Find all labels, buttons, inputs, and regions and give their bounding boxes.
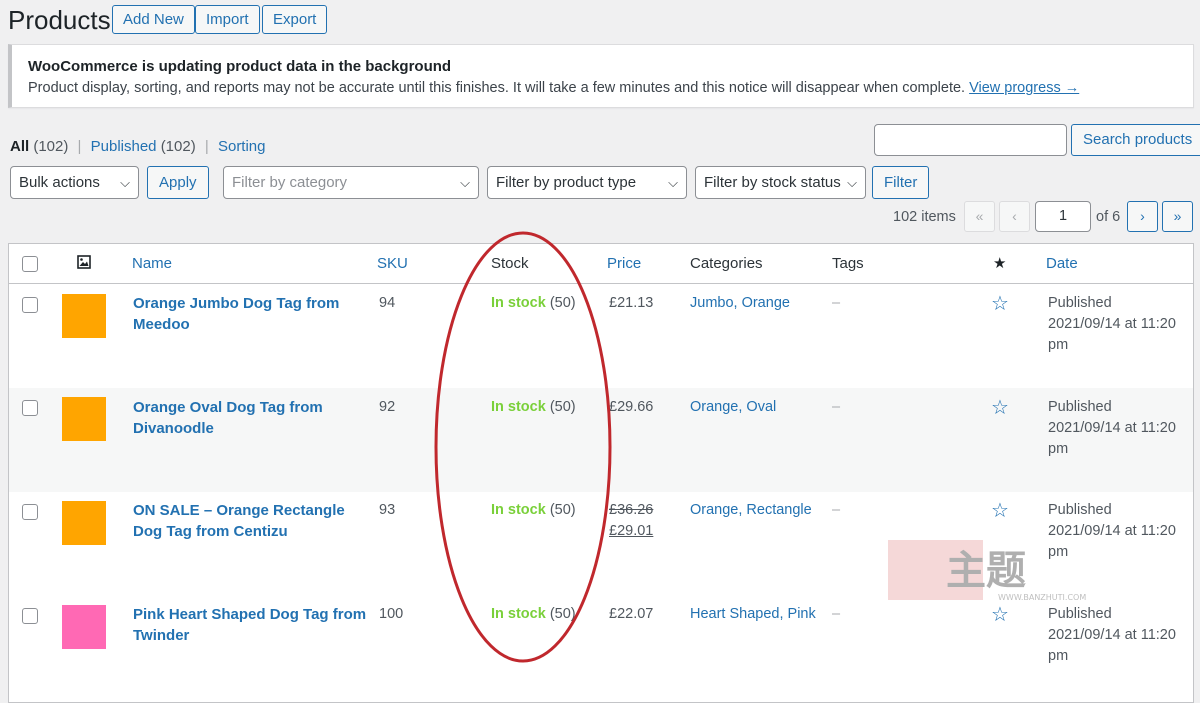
product-categories[interactable]: Orange, Oval [690,397,776,418]
bulk-actions-select[interactable]: Bulk actions ⌵ [10,166,139,199]
watermark-logo: 主题 WWW.BANZHUTI.COM [886,536,1116,606]
chevron-down-icon: ⌵ [120,175,130,190]
product-date: Published 2021/09/14 at 11:20 pm [1048,606,1176,664]
product-name-link[interactable]: ON SALE – Orange Rectangle Dog Tag from … [133,500,368,542]
product-price: £29.66 [609,399,654,415]
star-outline-icon[interactable]: ☆ [991,398,1009,418]
search-input[interactable] [874,124,1067,156]
column-tags: Tags [832,255,864,272]
product-thumbnail[interactable] [62,397,106,441]
filter-button[interactable]: Filter [872,166,930,199]
sale-price: £29.01 [609,523,654,539]
row-checkbox[interactable] [22,504,38,520]
notice-message: Product display, sorting, and reports ma… [28,77,1177,99]
product-categories[interactable]: Heart Shaped, Pink [690,604,816,625]
export-button[interactable]: Export [262,5,328,34]
update-notice: WooCommerce is updating product data in … [8,44,1194,108]
product-tags: – [832,502,841,518]
watermark-text: 主题 [946,548,1026,594]
products-table: Name SKU Stock Price Categories Tags ★ D… [8,243,1194,703]
regular-price: £36.26 [609,502,654,518]
product-type-filter-select[interactable]: Filter by product type ⌵ [487,166,687,199]
product-name-link[interactable]: Orange Oval Dog Tag from Divanoodle [133,397,368,439]
product-price: £21.13 [609,295,654,311]
product-name-link[interactable]: Orange Jumbo Dog Tag from Meedoo [133,293,368,335]
column-stock: Stock [491,255,529,272]
view-published[interactable]: Published (102) [91,138,196,155]
column-categories: Categories [690,255,763,272]
chevron-down-icon: ⌵ [460,175,470,190]
stock-status-filter-select[interactable]: Filter by stock status ⌵ [695,166,866,199]
product-date: Published 2021/09/14 at 11:20 pm [1048,399,1176,457]
notice-text: Product display, sorting, and reports ma… [28,80,966,96]
search-products-button[interactable]: Search products [1071,124,1200,156]
star-outline-icon[interactable]: ☆ [991,501,1009,521]
table-row: Orange Oval Dog Tag from Divanoodle 92 I… [9,388,1193,492]
product-price: £36.26 £29.01 [609,500,653,542]
row-checkbox[interactable] [22,400,38,416]
table-row: Pink Heart Shaped Dog Tag from Twinder 1… [9,596,1193,700]
apply-button[interactable]: Apply [147,166,209,199]
column-name[interactable]: Name [132,255,172,273]
next-page-button[interactable]: › [1127,201,1158,232]
view-progress-link[interactable]: View progress → [969,80,1079,96]
star-outline-icon[interactable]: ☆ [991,294,1009,314]
product-sku: 100 [379,606,404,622]
import-button[interactable]: Import [195,5,260,34]
column-featured-star-icon[interactable]: ★ [993,255,1006,273]
product-sku: 93 [379,502,396,518]
column-date[interactable]: Date [1046,255,1078,273]
select-all-checkbox[interactable] [22,256,38,272]
chevron-down-icon: ⌵ [668,175,678,190]
row-checkbox[interactable] [22,297,38,313]
stock-status: In stock (50) [491,606,576,622]
product-tags: – [832,295,841,311]
product-tags: – [832,399,841,415]
product-thumbnail[interactable] [62,605,106,649]
row-checkbox[interactable] [22,608,38,624]
view-separator: | [77,138,82,155]
prev-page-button[interactable]: ‹ [999,201,1030,232]
stock-status: In stock (50) [491,295,576,311]
product-tags: – [832,606,841,622]
product-date: Published 2021/09/14 at 11:20 pm [1048,295,1176,353]
notice-title: WooCommerce is updating product data in … [28,58,452,75]
items-count: 102 items [893,209,956,225]
watermark-url: WWW.BANZHUTI.COM [998,593,1086,602]
chevron-down-icon: ⌵ [847,175,857,190]
column-sku[interactable]: SKU [377,255,408,273]
current-page-input[interactable]: 1 [1035,201,1091,232]
product-name-link[interactable]: Pink Heart Shaped Dog Tag from Twinder [133,604,368,646]
product-sku: 94 [379,295,396,311]
product-categories[interactable]: Jumbo, Orange [690,293,790,314]
category-filter-select[interactable]: Filter by category ⌵ [223,166,479,199]
first-page-button[interactable]: « [964,201,995,232]
product-categories[interactable]: Orange, Rectangle [690,500,812,521]
stock-status: In stock (50) [491,502,576,518]
stock-status: In stock (50) [491,399,576,415]
page-title: Products [8,5,111,35]
table-header: Name SKU Stock Price Categories Tags ★ D… [9,244,1193,284]
view-separator: | [204,138,209,155]
table-row: Orange Jumbo Dog Tag from Meedoo 94 In s… [9,285,1193,389]
column-price[interactable]: Price [607,255,641,273]
last-page-button[interactable]: » [1162,201,1193,232]
total-pages: of 6 [1096,209,1121,225]
view-filters: All (102) | Published (102) | Sorting [10,138,266,156]
star-outline-icon[interactable]: ☆ [991,605,1009,625]
product-sku: 92 [379,399,396,415]
product-thumbnail[interactable] [62,294,106,338]
product-price: £22.07 [609,606,654,622]
view-sorting[interactable]: Sorting [218,138,266,155]
image-icon [77,255,91,274]
product-thumbnail[interactable] [62,501,106,545]
add-new-button[interactable]: Add New [112,5,195,34]
view-all[interactable]: All (102) [10,138,68,155]
